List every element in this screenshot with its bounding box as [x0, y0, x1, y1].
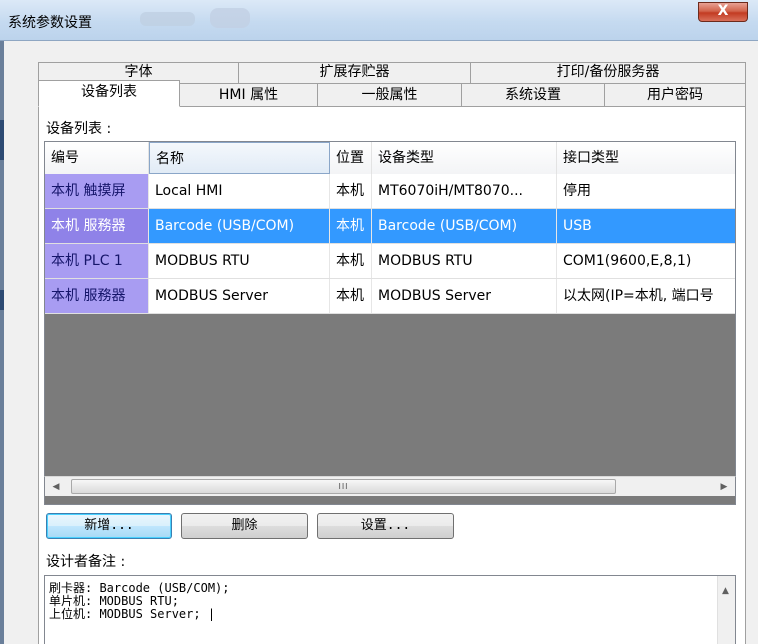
tab-hmi-properties[interactable]: HMI 属性: [179, 83, 318, 107]
device-list-horizontal-scrollbar[interactable]: ◀ III ▶: [44, 476, 736, 496]
notes-vertical-scrollbar[interactable]: ▲: [717, 576, 735, 644]
column-header-interface-type[interactable]: 接口类型: [557, 142, 735, 174]
device-location-cell: 本机: [330, 279, 372, 313]
device-type-cell: MODBUS Server: [372, 279, 557, 313]
device-location-cell: 本机: [330, 244, 372, 278]
tab-user-password[interactable]: 用户密码: [604, 83, 746, 107]
title-blur: [210, 8, 250, 28]
device-list-label: 设备列表 :: [46, 121, 112, 137]
scroll-left-arrow-icon[interactable]: ◀: [49, 480, 63, 494]
table-row[interactable]: 本机 PLC 1 MODBUS RTU 本机 MODBUS RTU COM1(9…: [45, 244, 735, 279]
column-header-name[interactable]: 名称: [149, 142, 330, 174]
tab-device-list[interactable]: 设备列表: [38, 80, 180, 107]
scrollbar-thumb[interactable]: III: [71, 479, 616, 494]
device-name-cell: MODBUS RTU: [149, 244, 330, 278]
title-bar: 系统参数设置 X: [0, 0, 758, 41]
device-id-cell: 本机 触摸屏: [45, 174, 149, 208]
scroll-up-arrow-icon[interactable]: ▲: [722, 586, 729, 596]
device-id-cell: 本机 PLC 1: [45, 244, 149, 278]
column-header-id[interactable]: 编号: [45, 142, 149, 174]
scroll-right-arrow-icon[interactable]: ▶: [717, 480, 731, 494]
delete-device-button[interactable]: 删除: [181, 513, 308, 539]
device-name-cell: MODBUS Server: [149, 279, 330, 313]
device-type-cell: MT6070iH/MT8070...: [372, 174, 557, 208]
device-list-view[interactable]: 编号 名称 位置 设备类型 接口类型 本机 触摸屏 Local HMI 本机 M…: [44, 141, 736, 505]
add-device-button[interactable]: 新增...: [46, 513, 172, 539]
device-interface-cell: USB: [557, 209, 735, 243]
device-interface-cell: 以太网(IP=本机, 端口号: [557, 279, 735, 313]
device-type-cell: Barcode (USB/COM): [372, 209, 557, 243]
tab-print-backup-server[interactable]: 打印/备份服务器: [470, 62, 746, 84]
device-name-cell: Local HMI: [149, 174, 330, 208]
close-button[interactable]: X: [698, 2, 748, 22]
column-header-device-type[interactable]: 设备类型: [372, 142, 557, 174]
table-row-selected[interactable]: 本机 服務器 Barcode (USB/COM) 本机 Barcode (USB…: [45, 209, 735, 244]
device-id-cell: 本机 服務器: [45, 209, 149, 243]
window-title: 系统参数设置: [8, 15, 92, 31]
background-edge-dark: [0, 120, 4, 160]
device-location-cell: 本机: [330, 209, 372, 243]
device-list-header: 编号 名称 位置 设备类型 接口类型: [45, 142, 735, 175]
tab-general-properties[interactable]: 一般属性: [317, 83, 462, 107]
device-settings-button[interactable]: 设置...: [317, 513, 454, 539]
designer-notes-textarea[interactable]: 刷卡器: Barcode (USB/COM); 单片机: MODBUS RTU;…: [44, 575, 736, 644]
device-location-cell: 本机: [330, 174, 372, 208]
tab-system-settings[interactable]: 系统设置: [461, 83, 605, 107]
table-row[interactable]: 本机 服務器 MODBUS Server 本机 MODBUS Server 以太…: [45, 279, 735, 314]
title-blur: [140, 12, 195, 26]
designer-notes-label: 设计者备注 :: [46, 554, 126, 570]
table-row[interactable]: 本机 触摸屏 Local HMI 本机 MT6070iH/MT8070... 停…: [45, 174, 735, 209]
background-edge-dark: [0, 290, 4, 310]
system-parameters-dialog: 系统参数设置 X 字体 扩展存贮器 打印/备份服务器 设备列表 HMI 属性 一…: [0, 0, 758, 644]
device-name-cell: Barcode (USB/COM): [149, 209, 330, 243]
device-type-cell: MODBUS RTU: [372, 244, 557, 278]
tab-extended-memory[interactable]: 扩展存贮器: [238, 62, 471, 84]
column-header-location[interactable]: 位置: [330, 142, 372, 174]
device-id-cell: 本机 服務器: [45, 279, 149, 313]
note-line: 上位机: MODBUS Server; |: [49, 607, 216, 621]
device-interface-cell: 停用: [557, 174, 735, 208]
device-interface-cell: COM1(9600,E,8,1): [557, 244, 735, 278]
